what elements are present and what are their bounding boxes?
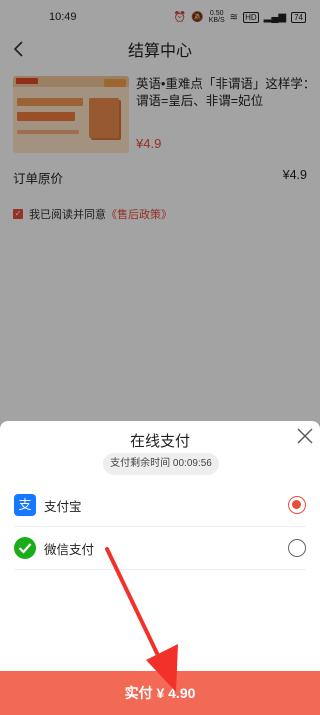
- close-icon[interactable]: [296, 427, 314, 445]
- wechat-radio[interactable]: [288, 539, 306, 557]
- timer-label: 支付剩余时间: [110, 458, 171, 469]
- pay-button[interactable]: 实付 ¥ 4.90: [0, 671, 320, 715]
- payment-option-label: 支付宝: [44, 499, 82, 514]
- wechat-pay-icon: [14, 537, 36, 559]
- divider: [14, 569, 306, 570]
- timer-value: 00:09:56: [172, 458, 212, 469]
- sheet-title: 在线支付: [129, 433, 190, 450]
- payment-option-alipay[interactable]: 支 支付宝: [14, 484, 306, 526]
- alipay-icon: 支: [14, 494, 36, 516]
- payment-option-wechat[interactable]: 微信支付: [14, 527, 306, 569]
- payment-timer: 支付剩余时间 00:09:56: [103, 453, 219, 475]
- payment-option-label: 微信支付: [44, 542, 95, 557]
- alipay-radio[interactable]: [288, 496, 306, 514]
